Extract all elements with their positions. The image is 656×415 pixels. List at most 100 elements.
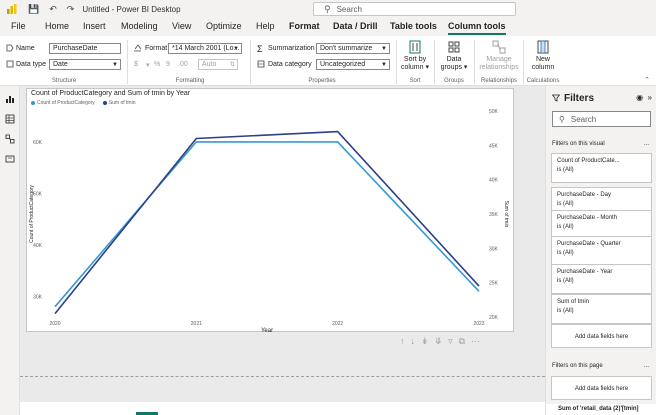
collapse-ribbon-icon[interactable]: ⌃ [644, 76, 650, 84]
report-canvas: Count of ProductCategory and Sum of tmin… [20, 86, 545, 415]
filter-card[interactable]: Count of ProductCate... is (All) [551, 153, 652, 183]
chevron-down-icon: ▼ [381, 46, 387, 52]
x-tick-1: 2021 [191, 321, 202, 327]
ribbon-separator [474, 40, 475, 84]
filter-search-placeholder: Search [570, 114, 597, 124]
more-options-icon[interactable]: ⋯ [471, 336, 480, 347]
decimal-places-input[interactable]: Auto ⇅ [198, 59, 238, 70]
tab-table-tools[interactable]: Table tools [390, 21, 437, 31]
collapse-pane-icon[interactable]: » [648, 93, 652, 102]
filter-icon[interactable]: ▿ [448, 336, 453, 347]
data-groups-button[interactable]: Data groups ▾ [437, 40, 471, 72]
focus-mode-icon[interactable]: ⧉ [459, 336, 465, 347]
chart-plot-area: 30K40K50K60K20K25K30K35K40K45K50K2020 202… [29, 109, 509, 333]
comma-style-button[interactable]: 9 [166, 61, 170, 68]
y-axis-label-left: Count of ProductCategory [29, 185, 35, 243]
data-type-label: Data type [16, 61, 46, 68]
summarization-select[interactable]: Don't summarize ▼ [316, 43, 390, 54]
filter-card-state: is (All) [557, 201, 574, 207]
data-groups-line2: groups [440, 64, 462, 71]
search-icon: ⚲ [559, 114, 565, 124]
filter-search-input[interactable]: ⚲ Search [552, 111, 651, 127]
more-options-icon[interactable]: ... [644, 141, 649, 147]
ribbon-separator [434, 40, 435, 84]
tab-data-drill[interactable]: Data / Drill [333, 21, 378, 31]
report-view-icon[interactable] [5, 94, 15, 104]
tab-optimize[interactable]: Optimize [206, 21, 242, 31]
chevron-down-icon: ▼ [112, 62, 118, 68]
add-data-fields-visual[interactable]: Add data fields here [551, 324, 652, 348]
column-name-input[interactable]: PurchaseDate [49, 43, 121, 54]
ribbon-separator [396, 40, 397, 84]
currency-button[interactable]: $ [134, 61, 138, 68]
ribbon-tabs: File Home Insert Modeling View Optimize … [0, 18, 656, 36]
manage-relationships-line1: Manage [486, 56, 512, 63]
line-chart-visual[interactable]: Count of ProductCategory and Sum of tmin… [26, 88, 514, 333]
percent-button[interactable]: % [154, 61, 160, 68]
filters-pane-title: Filters [564, 93, 595, 104]
expand-all-icon[interactable]: ⤋ [435, 336, 443, 347]
ribbon-separator [127, 40, 128, 84]
ribbon-separator [250, 40, 251, 84]
filters-pane: Filters ◉ » ⚲ Search Filters on this vis… [545, 86, 656, 415]
filter-card-state: is (All) [557, 308, 574, 314]
currency-dropdown-icon[interactable]: ▾ [146, 61, 150, 69]
format-select[interactable]: *14 March 2001 (Lo... ▼ [168, 43, 242, 54]
page-tabs-bar [20, 402, 545, 415]
format-icon [134, 44, 142, 52]
group-label-sort: Sort [409, 78, 421, 84]
data-type-value: Date [53, 61, 68, 68]
chevron-down-icon: ▼ [381, 62, 387, 68]
summarization-value: Don't summarize [320, 45, 373, 52]
filters-on-page-text: Filters on this page [552, 363, 603, 369]
tab-format[interactable]: Format [289, 21, 320, 31]
filter-card[interactable]: Sum of tmin is (All) [551, 294, 652, 324]
manage-relationships-line2: relationships [479, 64, 519, 71]
data-category-select[interactable]: Uncategorized ▼ [316, 59, 390, 70]
undo-icon[interactable]: ↶ [49, 4, 57, 15]
sort-by-column-button[interactable]: Sort by column ▾ [398, 40, 432, 72]
group-label-calculations: Calculations [526, 78, 560, 84]
filters-on-page-label: Filters on this page ... [552, 363, 652, 369]
ribbon: Name PurchaseDate Data type Date ▼ Struct… [0, 36, 656, 86]
format-value: *14 March 2001 (Lo... [172, 45, 240, 52]
drill-down-icon[interactable]: ↓ [411, 336, 416, 347]
series-line-0 [54, 141, 480, 308]
eye-icon[interactable]: ◉ [636, 93, 643, 102]
manage-relationships-button[interactable]: Manage relationships [477, 40, 521, 72]
name-label: Name [16, 45, 35, 52]
expand-down-icon[interactable]: ↡ [421, 336, 429, 347]
redo-icon[interactable]: ↷ [67, 4, 75, 15]
y-tick-right-1: 25K [489, 281, 499, 287]
view-switcher-rail [0, 86, 20, 415]
table-view-icon[interactable] [5, 114, 15, 124]
pin-up-icon[interactable]: ↑ [400, 336, 405, 347]
filter-card[interactable]: PurchaseDate - Quarter is (All) [551, 236, 652, 266]
tab-view[interactable]: View [172, 21, 191, 31]
dax-query-view-icon[interactable] [5, 154, 15, 164]
y-tick-left-0: 30K [33, 294, 43, 300]
tab-modeling[interactable]: Modeling [121, 21, 158, 31]
new-column-line1: New [535, 56, 550, 63]
decimal-places-button[interactable]: .00 [178, 61, 188, 68]
data-groups-icon [448, 41, 460, 53]
model-view-icon[interactable] [5, 134, 15, 144]
data-type-icon [6, 60, 14, 68]
data-category-label: Data category [268, 61, 312, 68]
data-category-icon [257, 60, 265, 68]
tab-column-tools[interactable]: Column tools [448, 21, 506, 35]
x-tick-2: 2022 [332, 321, 343, 327]
tab-insert[interactable]: Insert [83, 21, 106, 31]
more-options-icon[interactable]: ... [644, 363, 649, 369]
global-search-box[interactable]: ⚲ Search [313, 2, 516, 16]
tab-file[interactable]: File [11, 21, 26, 31]
filter-card[interactable]: PurchaseDate - Year is (All) [551, 264, 652, 294]
save-icon[interactable]: 💾 [28, 4, 39, 15]
new-column-button[interactable]: New column [525, 40, 561, 72]
data-type-select[interactable]: Date ▼ [49, 59, 121, 70]
y-tick-right-6: 50K [489, 109, 499, 115]
tab-help[interactable]: Help [256, 21, 275, 31]
sort-by-column-line1: Sort by [403, 56, 427, 63]
tab-home[interactable]: Home [45, 21, 69, 31]
add-data-fields-page[interactable]: Add data fields here [551, 376, 652, 400]
